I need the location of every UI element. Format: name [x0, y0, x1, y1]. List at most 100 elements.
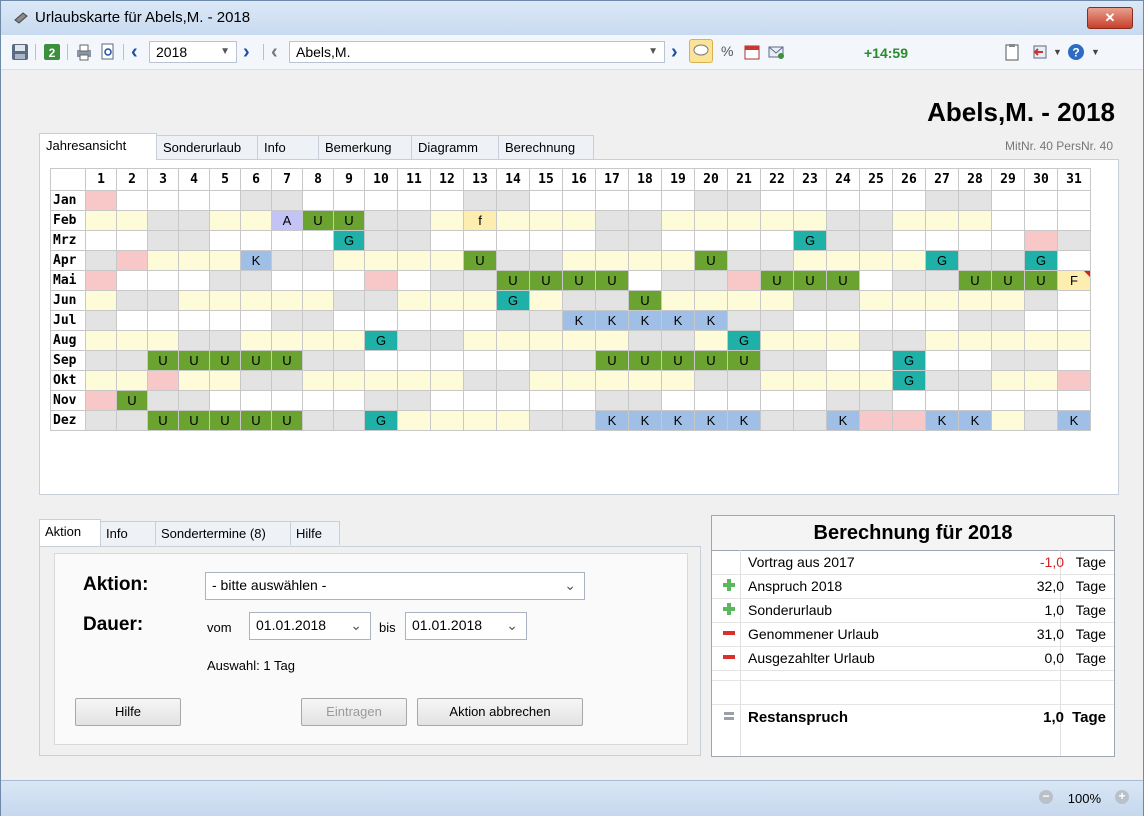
day-cell[interactable]: K — [727, 410, 761, 431]
day-cell[interactable] — [793, 290, 827, 311]
day-cell[interactable]: G — [333, 230, 365, 251]
day-cell[interactable] — [562, 290, 596, 311]
day-cell[interactable] — [496, 310, 530, 331]
day-cell[interactable] — [240, 190, 272, 211]
day-cell[interactable]: U — [826, 270, 860, 291]
day-cell[interactable] — [826, 250, 860, 271]
day-cell[interactable] — [364, 190, 398, 211]
day-cell[interactable] — [892, 190, 926, 211]
day-cell[interactable] — [85, 390, 117, 411]
day-cell[interactable] — [364, 270, 398, 291]
tab-jahresansicht[interactable]: Jahresansicht — [39, 133, 157, 160]
day-cell[interactable] — [85, 250, 117, 271]
day-cell[interactable] — [271, 250, 303, 271]
tab-sondertermine[interactable]: Sondertermine (8) — [155, 521, 291, 545]
day-cell[interactable] — [958, 330, 992, 351]
day-cell[interactable] — [793, 190, 827, 211]
day-cell[interactable] — [760, 250, 794, 271]
day-cell[interactable] — [333, 190, 365, 211]
day-cell[interactable] — [562, 250, 596, 271]
day-cell[interactable] — [859, 270, 893, 291]
day-cell[interactable] — [529, 230, 563, 251]
day-cell[interactable] — [562, 190, 596, 211]
day-cell[interactable] — [496, 390, 530, 411]
day-cell[interactable] — [727, 370, 761, 391]
day-cell[interactable] — [85, 310, 117, 331]
day-cell[interactable] — [116, 350, 148, 371]
day-cell[interactable] — [694, 210, 728, 231]
day-cell[interactable] — [694, 290, 728, 311]
day-cell[interactable]: G — [496, 290, 530, 311]
day-cell[interactable] — [991, 410, 1025, 431]
day-cell[interactable] — [240, 330, 272, 351]
day-cell[interactable]: K — [661, 310, 695, 331]
hilfe-button[interactable]: Hilfe — [75, 698, 181, 726]
day-cell[interactable] — [529, 250, 563, 271]
day-cell[interactable] — [178, 250, 210, 271]
percent-icon[interactable]: % — [721, 43, 733, 59]
day-cell[interactable] — [562, 330, 596, 351]
day-cell[interactable] — [628, 370, 662, 391]
day-cell[interactable]: K — [628, 410, 662, 431]
day-cell[interactable] — [826, 190, 860, 211]
day-cell[interactable]: K — [628, 310, 662, 331]
day-cell[interactable] — [529, 350, 563, 371]
day-cell[interactable] — [271, 370, 303, 391]
day-cell[interactable] — [925, 230, 959, 251]
day-cell[interactable]: K — [661, 410, 695, 431]
day-cell[interactable] — [209, 270, 241, 291]
aktion-select[interactable]: - bitte auswählen - ⌄ — [205, 572, 585, 600]
day-cell[interactable] — [925, 350, 959, 371]
day-cell[interactable] — [302, 370, 334, 391]
day-cell[interactable] — [397, 270, 431, 291]
clipboard-icon[interactable] — [1003, 43, 1021, 61]
day-cell[interactable] — [463, 290, 497, 311]
day-cell[interactable] — [661, 270, 695, 291]
day-cell[interactable] — [628, 270, 662, 291]
day-cell[interactable] — [333, 290, 365, 311]
day-cell[interactable]: K — [826, 410, 860, 431]
day-cell[interactable] — [661, 390, 695, 411]
day-cell[interactable] — [991, 250, 1025, 271]
day-cell[interactable]: U — [178, 350, 210, 371]
day-cell[interactable] — [147, 270, 179, 291]
day-cell[interactable] — [595, 250, 629, 271]
day-cell[interactable] — [760, 330, 794, 351]
day-cell[interactable] — [333, 370, 365, 391]
day-cell[interactable]: U — [496, 270, 530, 291]
day-cell[interactable] — [1024, 350, 1058, 371]
day-cell[interactable] — [859, 250, 893, 271]
day-cell[interactable] — [760, 390, 794, 411]
day-cell[interactable] — [463, 230, 497, 251]
tab-hilfe[interactable]: Hilfe — [290, 521, 340, 545]
day-cell[interactable] — [430, 410, 464, 431]
day-cell[interactable] — [529, 310, 563, 331]
day-cell[interactable] — [760, 370, 794, 391]
day-cell[interactable] — [727, 190, 761, 211]
day-cell[interactable] — [271, 390, 303, 411]
day-cell[interactable]: U — [760, 270, 794, 291]
day-cell[interactable] — [209, 250, 241, 271]
day-cell[interactable] — [496, 330, 530, 351]
day-cell[interactable]: U — [178, 410, 210, 431]
day-cell[interactable]: U — [271, 350, 303, 371]
day-cell[interactable] — [178, 190, 210, 211]
day-cell[interactable] — [991, 310, 1025, 331]
day-cell[interactable] — [364, 250, 398, 271]
day-cell[interactable] — [302, 330, 334, 351]
day-cell[interactable] — [694, 330, 728, 351]
day-cell[interactable]: K — [595, 310, 629, 331]
day-cell[interactable]: U — [694, 350, 728, 371]
day-cell[interactable] — [760, 230, 794, 251]
day-cell[interactable] — [240, 230, 272, 251]
day-cell[interactable] — [727, 250, 761, 271]
day-cell[interactable] — [958, 230, 992, 251]
day-cell[interactable] — [397, 370, 431, 391]
day-cell[interactable] — [958, 190, 992, 211]
day-cell[interactable] — [147, 230, 179, 251]
day-cell[interactable] — [793, 250, 827, 271]
day-cell[interactable]: U — [562, 270, 596, 291]
day-cell[interactable] — [793, 330, 827, 351]
day-cell[interactable]: G — [793, 230, 827, 251]
day-cell[interactable] — [240, 210, 272, 231]
